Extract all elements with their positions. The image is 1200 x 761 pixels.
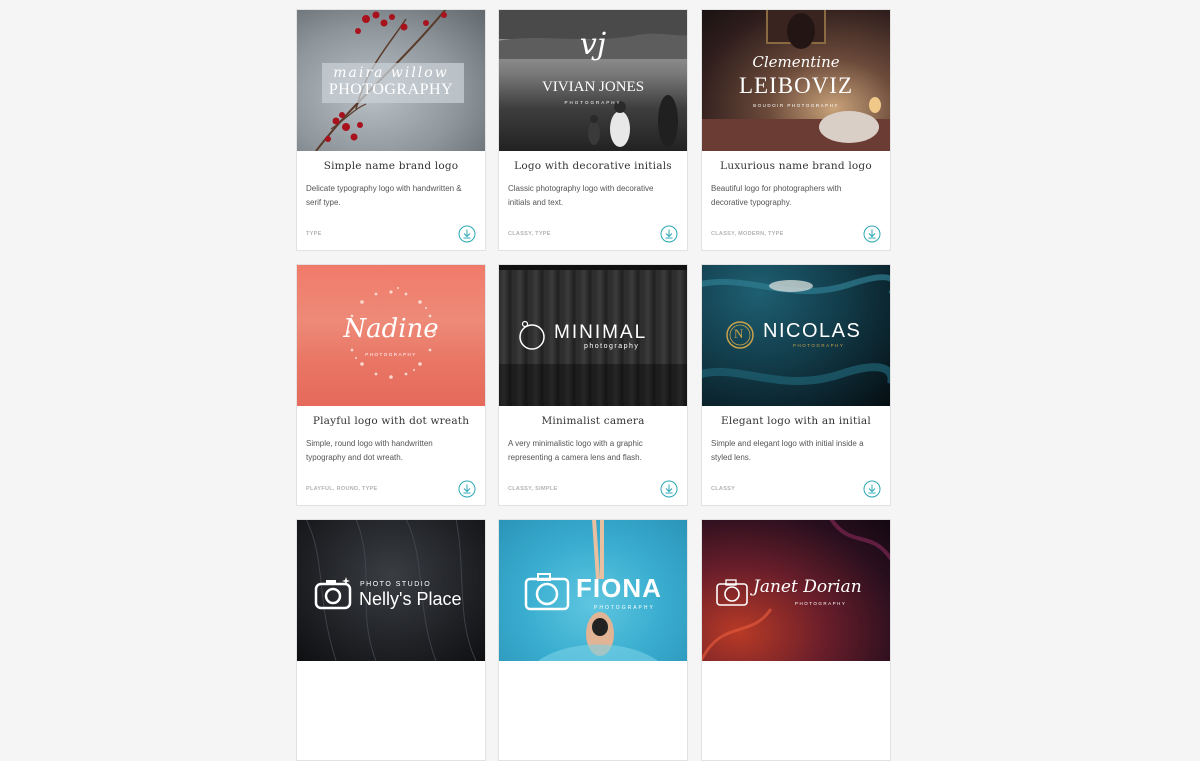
card-body: Minimalist camera A very minimalistic lo… [499, 406, 687, 505]
download-circle-icon[interactable] [660, 225, 678, 243]
card-body: Simple name brand logo Delicate typograp… [297, 151, 485, 250]
logo-main-text: PHOTOGRAPHY [328, 81, 454, 98]
logo-script-text: maira willow [333, 65, 449, 81]
template-card[interactable]: MINIMAL photography Minimalist camera A … [498, 264, 688, 506]
card-description: Beautiful logo for photographers with de… [711, 184, 842, 207]
card-tags[interactable]: CLASSY, MODERN, TYPE [711, 231, 784, 237]
template-card[interactable]: Clementine LEIBOVIZ BOUDOIR PHOTOGRAPHY … [701, 9, 891, 251]
card-title[interactable]: Luxurious name brand logo [702, 160, 890, 172]
card-thumbnail[interactable]: Janet Dorian PHOTOGRAPHY [702, 520, 890, 661]
card-tags[interactable]: CLASSY, SIMPLE [508, 486, 557, 492]
card-title[interactable]: Minimalist camera [499, 415, 687, 427]
logo-top-text: PHOTO STUDIO [360, 581, 432, 588]
logo-initial: N [734, 326, 744, 341]
template-card[interactable]: maira willow PHOTOGRAPHY Simple name bra… [296, 9, 486, 251]
card-thumbnail[interactable]: vj VIVIAN JONES PHOTOGRAPHY [499, 10, 687, 151]
logo-main-text: MINIMAL [554, 322, 648, 343]
card-tags[interactable]: CLASSY, TYPE [508, 231, 551, 237]
card-body: Luxurious name brand logo Beautiful logo… [702, 151, 890, 250]
template-card[interactable]: FIONA PHOTOGRAPHY [498, 519, 688, 761]
card-thumbnail[interactable]: maira willow PHOTOGRAPHY [297, 10, 485, 151]
card-description: Simple, round logo with handwritten typo… [306, 439, 433, 462]
card-tags[interactable]: CLASSY [711, 486, 735, 492]
logo-initials: vj [579, 27, 607, 62]
logo-sub-text: PHOTOGRAPHY [594, 605, 655, 611]
card-tags[interactable]: TYPE [306, 231, 322, 237]
template-card[interactable]: PHOTO STUDIO Nelly's Place [296, 519, 486, 761]
card-description: Classic photography logo with decorative… [508, 184, 654, 207]
card-tags[interactable]: PLAYFUL, ROUND, TYPE [306, 486, 378, 492]
logo-sub-text: BOUDOIR PHOTOGRAPHY [753, 103, 839, 108]
card-title[interactable]: Playful logo with dot wreath [297, 415, 485, 427]
download-circle-icon[interactable] [458, 225, 476, 243]
card-thumbnail[interactable]: PHOTO STUDIO Nelly's Place [297, 520, 485, 661]
logo-script-text: Janet Dorian [753, 577, 862, 597]
logo-main-text: Nelly's Place [359, 589, 462, 609]
card-body: Elegant logo with an initial Simple and … [702, 406, 890, 505]
logo-main-text: FIONA [576, 573, 662, 603]
logo-main-text: NICOLAS [763, 320, 862, 342]
card-description: Delicate typography logo with handwritte… [306, 184, 462, 207]
card-description: Simple and elegant logo with initial ins… [711, 439, 864, 462]
logo-sub-text: photography [584, 343, 640, 350]
card-description: A very minimalistic logo with a graphic … [508, 439, 643, 462]
camera-icon [524, 573, 570, 611]
card-title[interactable]: Logo with decorative initials [499, 160, 687, 172]
card-body: Logo with decorative initials Classic ph… [499, 151, 687, 250]
card-thumbnail[interactable]: MINIMAL photography [499, 265, 687, 406]
logo-script-text: Nadine [343, 314, 439, 344]
card-thumbnail[interactable]: Nadine PHOTOGRAPHY [297, 265, 485, 406]
template-card[interactable]: N NICOLAS PHOTOGRAPHY Elegant logo with … [701, 264, 891, 506]
template-card[interactable]: vj VIVIAN JONES PHOTOGRAPHY Logo with de… [498, 9, 688, 251]
logo-main-text: LEIBOVIZ [738, 73, 854, 98]
download-circle-icon[interactable] [458, 480, 476, 498]
camera-icon [716, 579, 748, 606]
camera-icon [314, 577, 352, 610]
card-thumbnail[interactable]: N NICOLAS PHOTOGRAPHY [702, 265, 890, 406]
card-thumbnail[interactable]: Clementine LEIBOVIZ BOUDOIR PHOTOGRAPHY [702, 10, 890, 151]
download-circle-icon[interactable] [863, 480, 881, 498]
logo-sub-text: PHOTOGRAPHY [365, 352, 417, 357]
download-circle-icon[interactable] [660, 480, 678, 498]
logo-sub-text: PHOTOGRAPHY [795, 601, 847, 606]
logo-script-text: Clementine [752, 53, 840, 71]
logo-sub-text: PHOTOGRAPHY [564, 100, 622, 105]
template-card[interactable]: Janet Dorian PHOTOGRAPHY [701, 519, 891, 761]
card-title[interactable]: Simple name brand logo [297, 160, 485, 172]
card-thumbnail[interactable]: FIONA PHOTOGRAPHY [499, 520, 687, 661]
logo-sub-text: PHOTOGRAPHY [793, 343, 845, 348]
logo-main-text: VIVIAN JONES [541, 79, 645, 95]
template-card[interactable]: Nadine PHOTOGRAPHY Playful logo with dot… [296, 264, 486, 506]
card-title[interactable]: Elegant logo with an initial [702, 415, 890, 427]
download-circle-icon[interactable] [863, 225, 881, 243]
card-body: Playful logo with dot wreath Simple, rou… [297, 406, 485, 505]
camera-lens-icon [519, 320, 545, 350]
